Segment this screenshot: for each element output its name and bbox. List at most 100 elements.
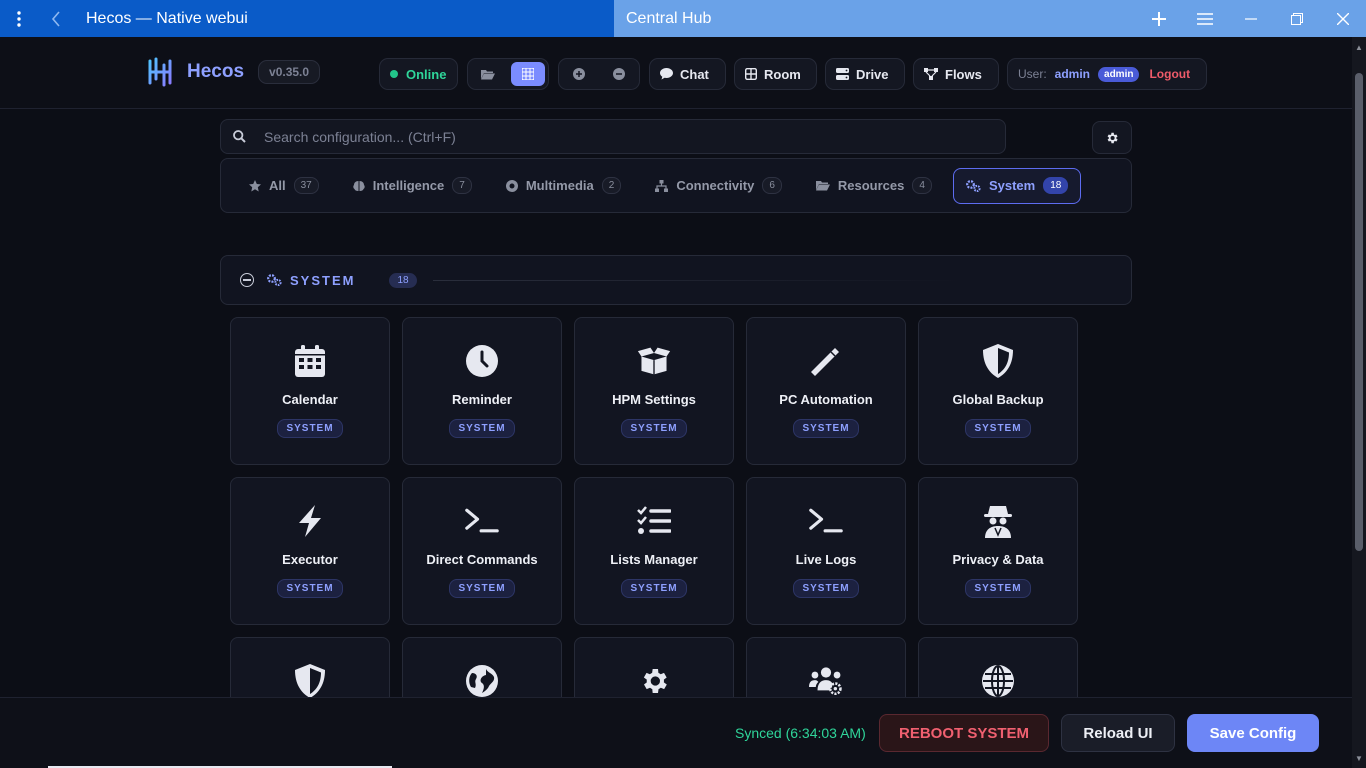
room-label: Room [764, 66, 801, 82]
terminal-icon [465, 508, 499, 533]
search-icon [233, 130, 246, 143]
user-panel: User: admin admin Logout [1007, 58, 1207, 90]
hamburger-menu-icon[interactable] [1182, 0, 1228, 37]
reload-ui-button[interactable]: Reload UI [1061, 714, 1175, 752]
tab-resources-label: Resources [837, 178, 905, 193]
plus-circle-icon [573, 68, 585, 80]
flows-icon [924, 68, 938, 80]
chat-label: Chat [680, 66, 709, 82]
view-mode-toggle [467, 58, 549, 90]
hecos-logo-icon [148, 57, 172, 87]
search-bar [220, 119, 1006, 154]
vertical-scrollbar[interactable]: ▲ ▼ [1352, 37, 1366, 768]
grid-view-button[interactable] [511, 62, 545, 86]
module-card-calendar[interactable]: Calendar SYSTEM [230, 317, 390, 465]
calendar-icon [295, 345, 325, 377]
minimize-icon[interactable] [1228, 0, 1274, 37]
brand-logo[interactable]: Hecos v0.35.0 [147, 57, 321, 87]
terminal-icon [809, 508, 843, 533]
user-name[interactable]: admin [1055, 67, 1090, 81]
module-card-hpm-settings[interactable]: HPM Settings SYSTEM [574, 317, 734, 465]
module-card-reminder[interactable]: Reminder SYSTEM [402, 317, 562, 465]
tab-all-label: All [269, 178, 286, 193]
logout-link[interactable]: Logout [1149, 67, 1190, 81]
gears-icon [966, 179, 981, 192]
minus-circle-icon [613, 68, 625, 80]
search-input[interactable] [264, 128, 964, 145]
tab-connectivity[interactable]: Connectivity 6 [642, 168, 795, 204]
shield-icon [983, 344, 1013, 378]
close-icon[interactable] [1320, 0, 1366, 37]
star-icon [249, 179, 261, 191]
folder-icon [815, 181, 830, 191]
record-icon [505, 179, 518, 192]
scroll-up-icon[interactable]: ▲ [1355, 43, 1363, 52]
reboot-system-button[interactable]: REBOOT SYSTEM [879, 714, 1049, 752]
back-arrow-icon[interactable] [37, 0, 74, 37]
sync-status: Synced (6:34:03 AM) [735, 725, 866, 741]
zoom-controls [558, 58, 640, 90]
kebab-menu-icon[interactable] [0, 0, 37, 37]
tab-connectivity-label: Connectivity [676, 178, 755, 193]
tab-intelligence[interactable]: Intelligence 7 [340, 168, 485, 204]
tab-resources-count: 4 [912, 177, 932, 194]
module-tag: SYSTEM [621, 419, 687, 438]
tab-resources[interactable]: Resources 4 [803, 168, 945, 204]
tab-system-label: System [988, 178, 1036, 193]
module-card-executor[interactable]: Executor SYSTEM [230, 477, 390, 625]
module-tag: SYSTEM [965, 579, 1031, 598]
new-tab-icon[interactable] [1136, 0, 1182, 37]
module-name: HPM Settings [612, 392, 696, 407]
flows-label: Flows [945, 66, 982, 82]
drive-button[interactable]: Drive [825, 58, 905, 90]
clock-icon [466, 345, 498, 377]
module-card-global-backup[interactable]: Global Backup SYSTEM [918, 317, 1078, 465]
brand-name: Hecos [187, 61, 245, 82]
active-tab-title[interactable]: Central Hub [626, 10, 1136, 28]
module-tag: SYSTEM [449, 419, 515, 438]
module-name: Privacy & Data [952, 552, 1044, 567]
earth-icon [466, 665, 498, 697]
user-label: User: [1018, 67, 1047, 81]
module-tag: SYSTEM [621, 579, 687, 598]
module-card-lists-manager[interactable]: Lists Manager SYSTEM [574, 477, 734, 625]
flows-button[interactable]: Flows [913, 58, 999, 90]
tab-system-count: 18 [1043, 177, 1069, 194]
section-count-badge: 18 [389, 272, 417, 288]
module-card-direct-commands[interactable]: Direct Commands SYSTEM [402, 477, 562, 625]
module-name: Global Backup [952, 392, 1044, 407]
footer-bar: Synced (6:34:03 AM) REBOOT SYSTEM Reload… [0, 697, 1352, 768]
grid-icon [522, 68, 534, 80]
drive-icon [836, 68, 849, 80]
tab-system[interactable]: System 18 [952, 167, 1082, 204]
folder-view-button[interactable] [471, 62, 505, 86]
section-title: SYSTEM [290, 272, 356, 288]
settings-button[interactable] [1092, 121, 1132, 154]
module-card-privacy-data[interactable]: Privacy & Data SYSTEM [918, 477, 1078, 625]
tab-multimedia[interactable]: Multimedia 2 [493, 168, 634, 204]
collapse-icon[interactable] [240, 273, 254, 287]
chat-button[interactable]: Chat [649, 58, 726, 90]
spy-icon [984, 506, 1012, 538]
status-text: Online [406, 66, 447, 82]
category-tabs: All 37 Intelligence 7 Multimedia 2 Conne… [220, 158, 1132, 213]
save-config-button[interactable]: Save Config [1187, 714, 1319, 752]
room-button[interactable]: Room [734, 58, 817, 90]
restore-icon[interactable] [1274, 0, 1320, 37]
module-card-pc-automation[interactable]: PC Automation SYSTEM [746, 317, 906, 465]
users-gear-icon [809, 667, 842, 696]
window-title: Hecos — Native webui [86, 9, 248, 27]
scroll-down-icon[interactable]: ▼ [1355, 754, 1363, 763]
zoom-out-button[interactable] [602, 62, 636, 86]
section-header[interactable]: SYSTEM 18 [220, 255, 1132, 305]
user-role-badge: admin [1098, 66, 1140, 82]
scrollbar-thumb[interactable] [1355, 73, 1363, 551]
module-name: Live Logs [795, 552, 857, 567]
top-navigation: Hecos v0.35.0 Online Chat Room Drive Flo… [0, 37, 1352, 109]
tab-intelligence-label: Intelligence [372, 178, 445, 193]
tab-all-count: 37 [293, 177, 319, 194]
chat-icon [660, 68, 673, 80]
zoom-in-button[interactable] [562, 62, 596, 86]
tab-all[interactable]: All 37 [236, 168, 332, 204]
module-card-live-logs[interactable]: Live Logs SYSTEM [746, 477, 906, 625]
